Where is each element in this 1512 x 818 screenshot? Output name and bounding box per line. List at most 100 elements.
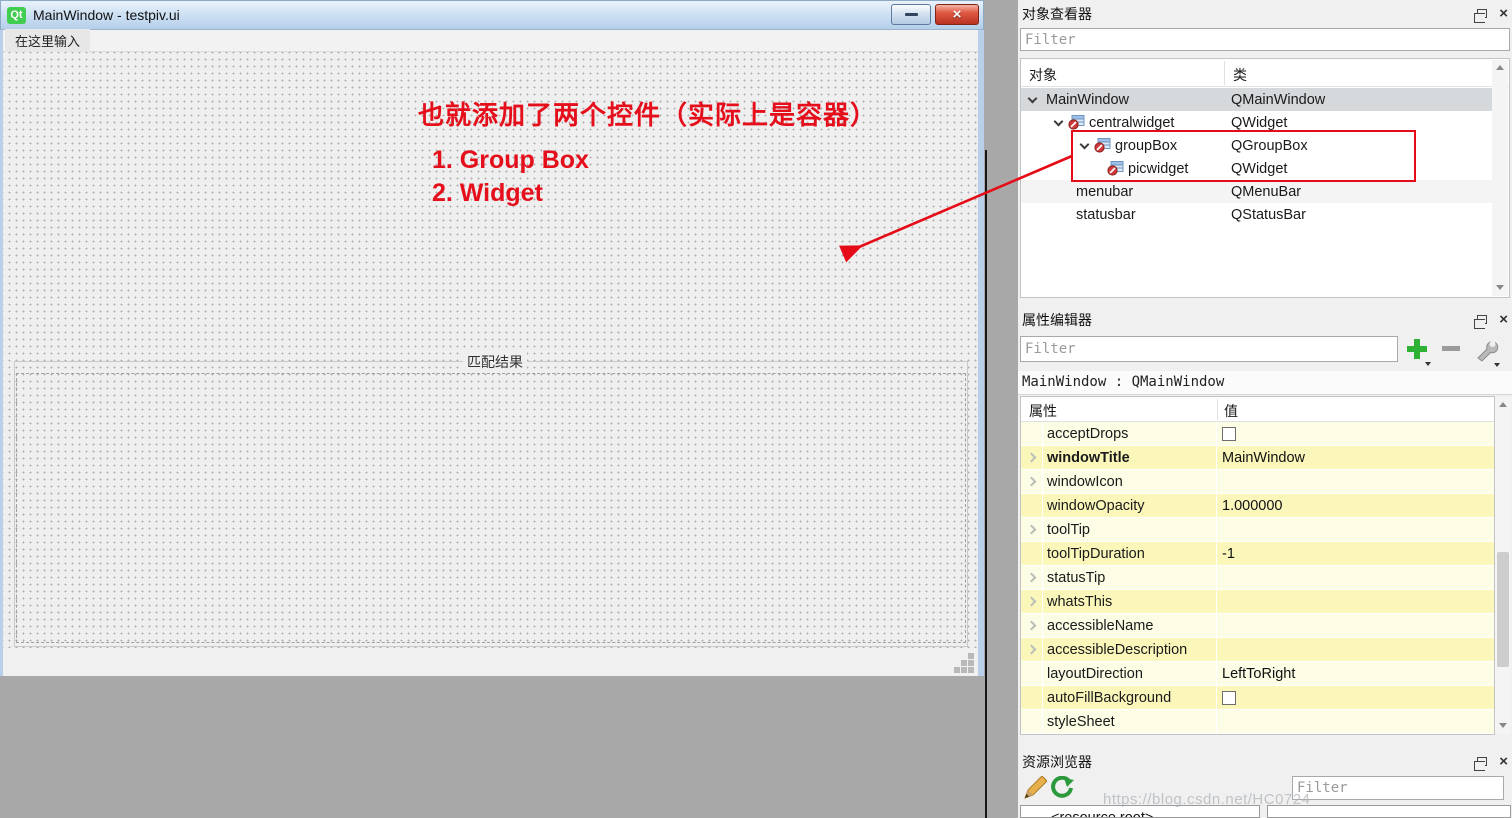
property-row[interactable]: windowTitle MainWindow — [1021, 446, 1494, 470]
close-icon: × — [953, 6, 962, 23]
object-tree-columns[interactable]: 对象 类 — [1021, 59, 1509, 87]
tree-row-statusbar[interactable]: statusbar QStatusBar — [1021, 203, 1492, 226]
chevron-right-icon[interactable] — [1027, 573, 1037, 583]
chevron-right-icon[interactable] — [1027, 453, 1037, 463]
property-row[interactable]: windowIcon — [1021, 470, 1494, 494]
property-name: whatsThis — [1043, 590, 1217, 613]
chevron-right-icon[interactable] — [1027, 621, 1037, 631]
resource-files-pane[interactable] — [1267, 805, 1511, 818]
checkbox-unchecked[interactable] — [1222, 427, 1236, 441]
checkbox-unchecked[interactable] — [1222, 691, 1236, 705]
groupbox-widget[interactable]: 匹配结果 — [14, 361, 968, 647]
property-row[interactable]: statusTip — [1021, 566, 1494, 590]
object-inspector-header[interactable]: 对象查看器 × — [1018, 2, 1512, 25]
property-value[interactable]: 1.000000 — [1217, 494, 1494, 517]
property-value[interactable] — [1217, 710, 1494, 733]
wrench-icon — [1474, 336, 1500, 362]
property-value[interactable]: LeftToRight — [1217, 662, 1494, 685]
property-value[interactable] — [1217, 590, 1494, 613]
tree-row-mainwindow[interactable]: MainWindow QMainWindow — [1021, 88, 1492, 111]
tree-row-centralwidget[interactable]: centralwidget QWidget — [1021, 111, 1492, 134]
tree-row-picwidget[interactable]: picwidget QWidget — [1021, 157, 1492, 180]
tree-object-name: groupBox — [1115, 138, 1177, 154]
menu-type-here-item[interactable]: 在这里输入 — [5, 29, 90, 52]
tree-class-name: QStatusBar — [1231, 207, 1306, 223]
column-property: 属性 — [1029, 401, 1057, 421]
property-row[interactable]: layoutDirection LeftToRight — [1021, 662, 1494, 686]
property-name: layoutDirection — [1043, 662, 1217, 685]
background-window-edge — [985, 150, 987, 818]
picwidget-widget[interactable] — [16, 373, 966, 643]
property-row[interactable]: accessibleName — [1021, 614, 1494, 638]
tree-scrollbar[interactable] — [1492, 60, 1508, 296]
no-layout-widget-icon — [1107, 161, 1124, 176]
property-value[interactable] — [1217, 566, 1494, 589]
chevron-right-icon[interactable] — [1027, 525, 1037, 535]
property-row[interactable]: windowOpacity 1.000000 — [1021, 494, 1494, 518]
chevron-right-icon[interactable] — [1027, 645, 1037, 655]
chevron-down-icon[interactable] — [1080, 139, 1090, 149]
scroll-up-icon[interactable] — [1495, 402, 1511, 418]
property-scrollbar[interactable] — [1495, 397, 1511, 734]
form-canvas[interactable]: 也就添加了两个控件（实际上是容器） 1. Group Box 2. Widget… — [3, 52, 978, 648]
property-filter-input[interactable] — [1020, 336, 1398, 362]
chevron-right-icon[interactable] — [1027, 597, 1037, 607]
property-table-columns[interactable]: 属性 值 — [1021, 397, 1494, 422]
scrollbar-thumb[interactable] — [1497, 552, 1509, 667]
status-bar-area — [3, 648, 978, 675]
remove-dynamic-property-button[interactable] — [1440, 336, 1466, 362]
resource-filter-input[interactable] — [1292, 776, 1504, 800]
tree-object-name: centralwidget — [1089, 115, 1174, 131]
reload-resources-icon[interactable] — [1050, 776, 1074, 800]
property-value[interactable] — [1217, 470, 1494, 493]
property-row[interactable]: whatsThis — [1021, 590, 1494, 614]
chevron-down-icon[interactable] — [1054, 116, 1064, 126]
close-dock-icon[interactable]: × — [1499, 754, 1508, 769]
property-row[interactable]: accessibleDescription — [1021, 638, 1494, 662]
close-dock-icon[interactable]: × — [1499, 6, 1508, 21]
float-dock-icon[interactable] — [1477, 315, 1487, 324]
close-button[interactable]: × — [935, 4, 979, 25]
chevron-down-icon[interactable] — [1028, 93, 1038, 103]
property-row[interactable]: toolTip — [1021, 518, 1494, 542]
qt-designer-form-window: Qt MainWindow - testpiv.ui × 在这里输入 也就添加了… — [0, 0, 984, 676]
property-value[interactable] — [1217, 638, 1494, 661]
float-dock-icon[interactable] — [1477, 9, 1487, 18]
property-row[interactable]: acceptDrops — [1021, 422, 1494, 446]
chevron-right-icon[interactable] — [1027, 477, 1037, 487]
edit-resources-pencil-icon[interactable] — [1023, 776, 1047, 800]
resize-grip[interactable] — [954, 653, 976, 673]
minimize-button[interactable] — [891, 4, 931, 25]
property-value[interactable]: MainWindow — [1217, 446, 1494, 469]
object-inspector-filter-input[interactable] — [1020, 28, 1510, 51]
tree-class-name: QGroupBox — [1231, 138, 1308, 154]
chevron-down-icon[interactable] — [1425, 362, 1431, 366]
property-value[interactable] — [1217, 518, 1494, 541]
float-dock-icon[interactable] — [1477, 757, 1487, 766]
tree-row-groupbox[interactable]: groupBox QGroupBox — [1021, 134, 1492, 157]
property-name: styleSheet — [1043, 710, 1217, 733]
tree-row-menubar[interactable]: menubar QMenuBar — [1021, 180, 1492, 203]
resource-tree-pane[interactable]: <resource root> — [1020, 805, 1260, 818]
property-row[interactable]: styleSheet — [1021, 710, 1494, 734]
add-dynamic-property-button[interactable] — [1405, 336, 1431, 362]
resource-root-item[interactable]: <resource root> — [1021, 806, 1259, 818]
configure-property-editor-button[interactable] — [1474, 336, 1500, 362]
resource-browser-title: 资源浏览器 — [1022, 752, 1092, 772]
window-title: MainWindow - testpiv.ui — [33, 7, 180, 23]
scroll-up-icon[interactable] — [1492, 65, 1508, 81]
window-titlebar[interactable]: Qt MainWindow - testpiv.ui × — [0, 0, 984, 30]
close-dock-icon[interactable]: × — [1499, 312, 1508, 327]
property-editor-header[interactable]: 属性编辑器 × — [1018, 308, 1512, 331]
chevron-down-icon[interactable] — [1494, 363, 1500, 367]
property-row[interactable]: toolTipDuration -1 — [1021, 542, 1494, 566]
property-value[interactable] — [1217, 614, 1494, 637]
resource-browser-header[interactable]: 资源浏览器 × — [1018, 750, 1512, 773]
property-row[interactable]: autoFillBackground — [1021, 686, 1494, 710]
no-layout-widget-icon — [1068, 115, 1085, 130]
tree-object-name: picwidget — [1128, 161, 1188, 177]
scroll-down-icon[interactable] — [1495, 718, 1511, 734]
property-value[interactable]: -1 — [1217, 542, 1494, 565]
scroll-down-icon[interactable] — [1492, 280, 1508, 296]
property-name: toolTip — [1043, 518, 1217, 541]
